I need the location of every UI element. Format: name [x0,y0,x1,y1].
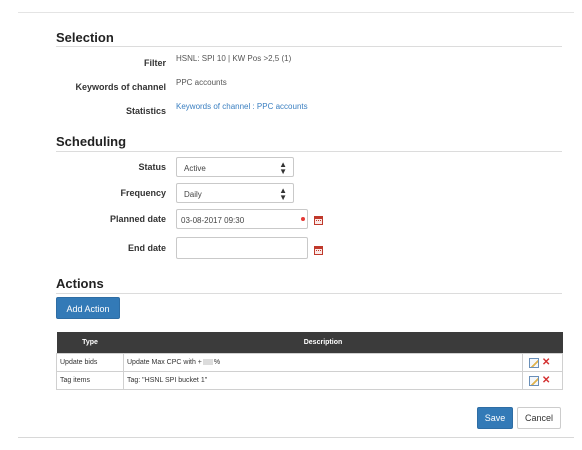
calendar-icon[interactable] [314,246,323,255]
sort-arrows-icon: ▲ ▼ [279,160,287,176]
planned-date-label: Planned date [109,214,166,224]
table-header-row: Type Description [56,332,563,354]
sort-arrows-icon: ▲ ▼ [279,186,287,202]
status-label: Status [138,162,166,172]
row-description-text: Update Max CPC with + [127,359,202,366]
row-type: Update bids [56,353,124,372]
row-description-text: Tag: "HSNL SPI bucket 1" [127,377,208,384]
table-row: Tag items Tag: "HSNL SPI bucket 1" ✕ [56,371,563,390]
statistics-label: Statistics [125,106,166,116]
row-description: Update Max CPC with +% [123,353,523,372]
scheduling-divider [56,151,562,152]
required-indicator [301,217,305,221]
edit-icon[interactable] [529,357,539,368]
row-type: Tag items [56,371,124,390]
row-actions: ✕ [522,371,563,390]
selection-title: Selection [56,30,114,45]
filter-value: HSNL: SPI 10 | KW Pos >2,5 (1) [176,54,292,63]
planned-date-input[interactable]: 03-08-2017 09:30 [176,209,308,229]
add-action-button[interactable]: Add Action [56,297,120,319]
actions-title: Actions [56,276,104,291]
frequency-select-value: Daily [184,190,202,199]
row-actions-column-header [522,332,563,354]
actions-divider [56,293,562,294]
end-date-input[interactable] [176,237,308,259]
status-select-value: Active [184,164,206,173]
type-column-header: Type [56,332,124,354]
statistics-link[interactable]: Keywords of channel : PPC accounts [176,102,308,111]
cancel-button[interactable]: Cancel [517,407,561,429]
scheduling-title: Scheduling [56,134,127,149]
frequency-select[interactable]: Daily ▲ ▼ [176,183,294,203]
filter-label: Filter [143,58,166,68]
table-row: Update bids Update Max CPC with +% ✕ [56,353,563,372]
end-date-label: End date [127,243,166,253]
keywords-value: PPC accounts [176,78,227,87]
edit-icon[interactable] [529,375,539,386]
keywords-label: Keywords of channel [75,82,166,92]
selection-divider [56,46,562,47]
row-actions: ✕ [522,353,563,372]
save-button[interactable]: Save [477,407,513,429]
planned-date-value: 03-08-2017 09:30 [181,216,245,225]
calendar-icon[interactable] [314,216,323,225]
actions-table: Type Description Update bids Update Max … [56,332,563,390]
frequency-label: Frequency [120,188,166,198]
status-select[interactable]: Active ▲ ▼ [176,157,294,177]
description-column-header: Description [123,332,523,354]
row-description: Tag: "HSNL SPI bucket 1" [123,371,523,390]
row-description-suffix: % [213,359,221,366]
delete-icon[interactable]: ✕ [542,357,550,367]
delete-icon[interactable]: ✕ [542,375,550,385]
redacted-value [202,359,213,366]
